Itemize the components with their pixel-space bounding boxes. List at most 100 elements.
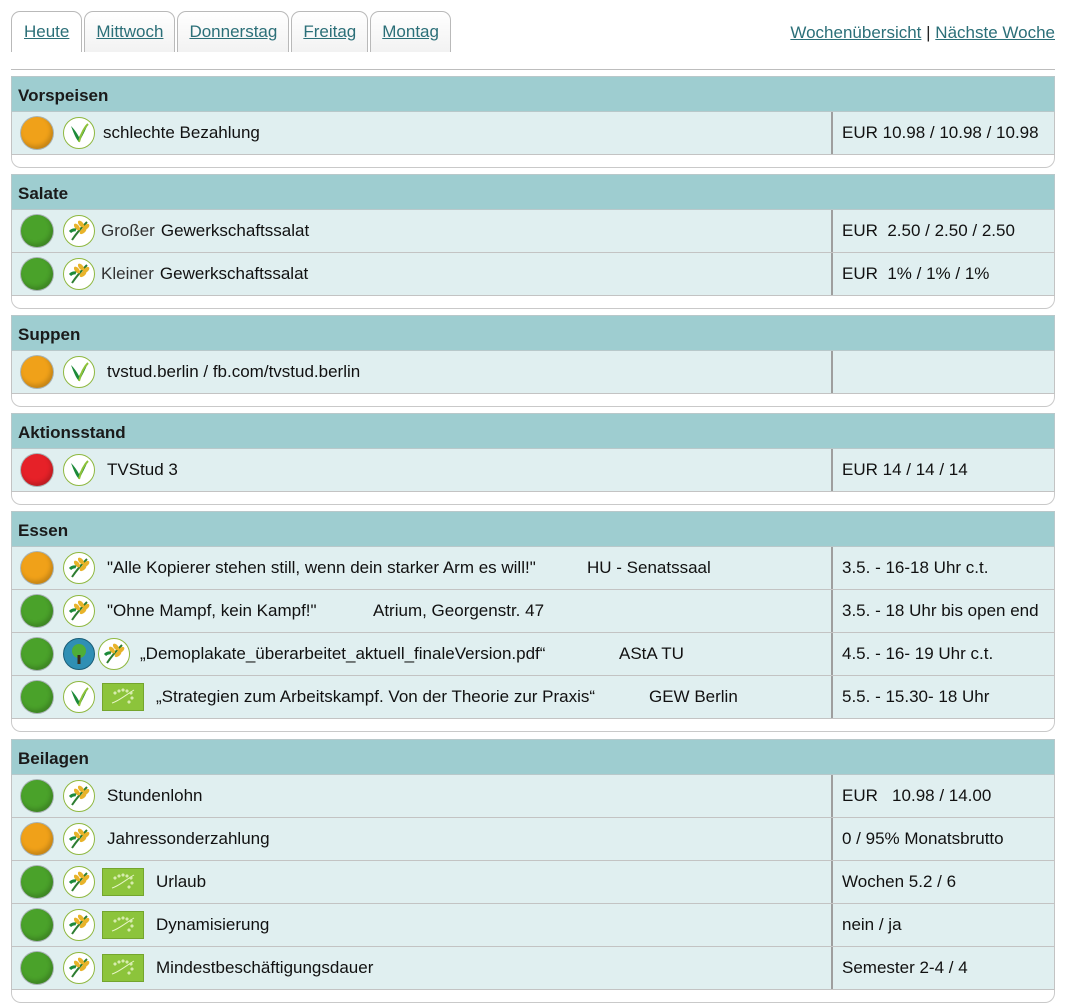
menu-row[interactable]: tvstud.berlin / fb.com/tvstud.berlin — [11, 351, 1055, 394]
menu-item-cell: Dynamisierung — [12, 904, 831, 946]
next-week-link[interactable]: Nächste Woche — [935, 23, 1055, 42]
item-name: "Alle Kopierer stehen still, wenn dein s… — [107, 558, 536, 577]
price-cell: Semester 2-4 / 4 — [831, 947, 1054, 989]
traffic-light-green-icon — [21, 258, 53, 290]
menu-item-cell: "Ohne Mampf, kein Kampf!" Atrium, Georgen… — [12, 590, 831, 632]
vegan-icon — [63, 454, 95, 486]
item-name: Mindestbeschäftigungsdauer — [156, 958, 374, 977]
week-links: Wochenübersicht | Nächste Woche — [790, 23, 1055, 43]
vegan-icon — [63, 117, 95, 149]
section-footer — [11, 990, 1055, 1003]
section-header: Beilagen — [11, 739, 1055, 775]
traffic-light-green-icon — [21, 638, 53, 670]
menu-row[interactable]: Mindestbeschäftigungsdauer Semester 2-4 /… — [11, 947, 1055, 990]
traffic-light-green-icon — [21, 952, 53, 984]
sustainable-tree-icon — [63, 638, 95, 670]
item-name: Stundenlohn — [107, 786, 203, 805]
traffic-light-green-icon — [21, 780, 53, 812]
menu-row[interactable]: TVStud 3 EUR 14 / 14 / 14 — [11, 449, 1055, 492]
traffic-light-orange-icon — [21, 823, 53, 855]
section-header: Essen — [11, 511, 1055, 547]
vegetarian-icon — [63, 595, 95, 627]
item-name: tvstud.berlin / fb.com/tvstud.berlin — [107, 362, 361, 381]
menu-row[interactable]: Urlaub Wochen 5.2 / 6 — [11, 861, 1055, 904]
eu-organic-icon — [102, 954, 144, 982]
price-cell: 4.5. - 16- 19 Uhr c.t. — [831, 633, 1054, 675]
price-cell: EUR 1% / 1% / 1% — [831, 253, 1054, 295]
price-cell: 3.5. - 16-18 Uhr c.t. — [831, 547, 1054, 589]
top-navigation: Heute Mittwoch Donnerstag Freitag Montag… — [11, 11, 1055, 71]
traffic-light-red-icon — [21, 454, 53, 486]
tab-heute[interactable]: Heute — [11, 11, 83, 52]
vegetarian-icon — [63, 952, 95, 984]
vegetarian-icon — [63, 258, 95, 290]
item-name: schlechte Bezahlung — [103, 123, 260, 142]
item-name: Gewerkschaftssalat — [159, 264, 309, 283]
menu-row[interactable]: Dynamisierung nein / ja — [11, 904, 1055, 947]
vegetarian-icon — [63, 552, 95, 584]
item-name: TVStud 3 — [107, 460, 178, 479]
vegan-icon — [63, 356, 95, 388]
menu-item-cell: schlechte Bezahlung — [12, 112, 831, 154]
menu-row[interactable]: "Ohne Mampf, kein Kampf!" Atrium, Georgen… — [11, 590, 1055, 633]
menu-item-cell: Jahressonderzahlung — [12, 818, 831, 860]
section-header: Salate — [11, 174, 1055, 210]
price-cell: 0 / 95% Monatsbrutto — [831, 818, 1054, 860]
price-cell: 5.5. - 15.30- 18 Uhr — [831, 676, 1054, 718]
menu-row[interactable]: schlechte Bezahlung EUR 10.98 / 10.98 / 1… — [11, 112, 1055, 155]
tab-mittwoch[interactable]: Mittwoch — [84, 11, 176, 52]
vegetarian-icon — [98, 638, 130, 670]
event-location: GEW Berlin — [649, 687, 738, 706]
section-salate: Salate Großer Gewerkschaftssalat EUR 2.50 /… — [11, 174, 1055, 309]
section-footer — [11, 296, 1055, 309]
traffic-light-green-icon — [21, 866, 53, 898]
section-footer — [11, 719, 1055, 732]
vegetarian-icon — [63, 215, 95, 247]
vegetarian-icon — [63, 909, 95, 941]
event-location: AStA TU — [619, 644, 684, 663]
traffic-light-orange-icon — [21, 117, 53, 149]
link-separator: | — [926, 23, 931, 42]
section-header: Suppen — [11, 315, 1055, 351]
menu-row[interactable]: Jahressonderzahlung 0 / 95% Monatsbrutto — [11, 818, 1055, 861]
price-cell: nein / ja — [831, 904, 1054, 946]
menu-row[interactable]: „Demoplakate_überarbeitet_aktuell_finale… — [11, 633, 1055, 676]
section-beilagen: Beilagen Stundenlohn EUR 10.98 / 14.00 Jahr… — [11, 739, 1055, 1003]
section-footer — [11, 492, 1055, 505]
menu-item-cell: Stundenlohn — [12, 775, 831, 817]
vegan-icon — [63, 681, 95, 713]
traffic-light-orange-icon — [21, 356, 53, 388]
traffic-light-green-icon — [21, 215, 53, 247]
menu-item-cell: Kleiner Gewerkschaftssalat — [12, 253, 831, 295]
menu-row[interactable]: Stundenlohn EUR 10.98 / 14.00 — [11, 775, 1055, 818]
section-suppen: Suppen tvstud.berlin / fb.com/tvstud.berl… — [11, 315, 1055, 407]
tab-freitag[interactable]: Freitag — [291, 11, 369, 52]
tab-montag[interactable]: Montag — [370, 11, 451, 52]
section-footer — [11, 155, 1055, 168]
traffic-light-green-icon — [21, 681, 53, 713]
week-overview-link[interactable]: Wochenübersicht — [790, 23, 921, 42]
traffic-light-orange-icon — [21, 552, 53, 584]
menu-row[interactable]: Großer Gewerkschaftssalat EUR 2.50 / 2.50 … — [11, 210, 1055, 253]
eu-organic-icon — [102, 868, 144, 896]
menu-item-cell: "Alle Kopierer stehen still, wenn dein s… — [12, 547, 831, 589]
traffic-light-green-icon — [21, 909, 53, 941]
price-cell: 3.5. - 18 Uhr bis open end — [831, 590, 1054, 632]
event-location: HU - Senatssaal — [587, 558, 711, 577]
price-cell: Wochen 5.2 / 6 — [831, 861, 1054, 903]
section-essen: Essen "Alle Kopierer stehen still, wenn d… — [11, 511, 1055, 732]
vegetarian-icon — [63, 780, 95, 812]
tab-donnerstag[interactable]: Donnerstag — [177, 11, 290, 52]
item-name: Dynamisierung — [156, 915, 270, 934]
item-size-prefix: Kleiner — [101, 264, 154, 283]
menu-row[interactable]: Kleiner Gewerkschaftssalat EUR 1% / 1% / 1… — [11, 253, 1055, 296]
price-cell: EUR 10.98 / 10.98 / 10.98 — [831, 112, 1054, 154]
menu-row[interactable]: "Alle Kopierer stehen still, wenn dein s… — [11, 547, 1055, 590]
price-cell — [831, 351, 1054, 393]
menu-item-cell: Mindestbeschäftigungsdauer — [12, 947, 831, 989]
traffic-light-green-icon — [21, 595, 53, 627]
menu-item-cell: „Strategien zum Arbeitskampf. Von der Th… — [12, 676, 831, 718]
menu-item-cell: TVStud 3 — [12, 449, 831, 491]
menu-item-cell: „Demoplakate_überarbeitet_aktuell_finale… — [12, 633, 831, 675]
menu-row[interactable]: „Strategien zum Arbeitskampf. Von der Th… — [11, 676, 1055, 719]
